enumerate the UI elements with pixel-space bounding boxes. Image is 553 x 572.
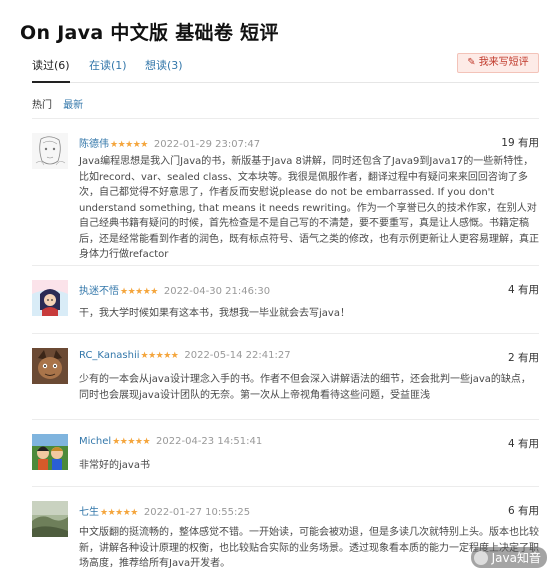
review-content: 少有的一本会从java设计理念入手的书。作者不但会深入讲解语法的细节，还会批判一… [79, 374, 531, 401]
sort-options: 热门 最新 [32, 96, 91, 111]
review-username[interactable]: RC_Kanashii [79, 350, 140, 361]
review-list: 陈德伟★★★★★ 2022-01-29 23:07:47 19 有用 Java编程… [32, 118, 539, 572]
pencil-icon: ✎ [467, 57, 476, 68]
review-username[interactable]: Michel [79, 436, 111, 447]
rating-stars: ★★★★★ [120, 287, 158, 297]
review-content: 非常好的java书 [79, 460, 150, 471]
useful-vote[interactable]: 4 有用 [508, 436, 539, 451]
review-meta: 七生★★★★★ 2022-01-27 10:55:25 [79, 503, 250, 518]
review-username[interactable]: 七生 [79, 507, 99, 518]
tab-reading[interactable]: 在读(1) [89, 57, 127, 73]
page-title: On Java 中文版 基础卷 短评 [20, 22, 279, 44]
tab-wish[interactable]: 想读(3) [145, 57, 183, 73]
avatar[interactable] [32, 434, 68, 470]
write-review-label: 我来写短评 [478, 57, 529, 68]
review-time: 2022-04-30 21:46:30 [163, 286, 271, 297]
review-time: 2022-05-14 22:41:27 [184, 350, 291, 361]
tab-read[interactable]: 读过(6) [32, 57, 70, 83]
review-username[interactable]: 陈德伟 [79, 139, 109, 150]
rating-stars: ★★★★★ [112, 437, 151, 447]
avatar[interactable] [32, 501, 68, 537]
avatar-anime-character [32, 280, 68, 316]
avatar-sketch-face [32, 133, 68, 169]
avatar[interactable] [32, 280, 68, 316]
review-meta: Michel★★★★★ 2022-04-23 14:51:41 [79, 436, 262, 447]
review-meta: 陈德伟★★★★★ 2022-01-29 23:07:47 [79, 135, 260, 150]
wechat-account-icon [473, 550, 488, 565]
useful-vote[interactable]: 2 有用 [508, 350, 539, 365]
review-content: 中文版翻的挺流畅的，整体感觉不错。一开始读，可能会被劝退，但是多读几次就特别上头… [79, 527, 539, 569]
useful-vote[interactable]: 4 有用 [508, 282, 539, 297]
avatar-landscape-photo [32, 501, 68, 537]
review-item: Michel★★★★★ 2022-04-23 14:51:41 4 有用 非常好的… [32, 419, 539, 486]
review-time: 2022-04-23 14:51:41 [156, 436, 263, 447]
watermark: Java知音 [470, 547, 547, 568]
avatar[interactable] [32, 348, 68, 384]
review-username[interactable]: 执迷不悟 [79, 286, 119, 297]
review-time: 2022-01-27 10:55:25 [143, 507, 251, 518]
review-item: RC_Kanashii★★★★★ 2022-05-14 22:41:27 2 有用… [32, 333, 539, 419]
avatar[interactable] [32, 133, 68, 169]
review-meta: RC_Kanashii★★★★★ 2022-05-14 22:41:27 [79, 350, 291, 361]
review-item: 执迷不悟★★★★★ 2022-04-30 21:46:30 4 有用 干，我大学时… [32, 265, 539, 333]
write-review-button[interactable]: ✎ 我来写短评 [457, 53, 539, 73]
review-content: Java编程思想是我入门Java的书，新版基于Java 8讲解，同时还包含了Ja… [79, 156, 539, 260]
useful-vote[interactable]: 19 有用 [501, 135, 539, 150]
sort-hot[interactable]: 热门 [32, 100, 52, 111]
rating-stars: ★★★★★ [110, 140, 148, 150]
rating-stars: ★★★★★ [100, 508, 138, 518]
sort-newest[interactable]: 最新 [63, 100, 83, 111]
rating-stars: ★★★★★ [140, 351, 179, 361]
review-item: 七生★★★★★ 2022-01-27 10:55:25 6 有用 中文版翻的挺流畅… [32, 486, 539, 572]
review-item: 陈德伟★★★★★ 2022-01-29 23:07:47 19 有用 Java编程… [32, 118, 539, 265]
review-content: 干，我大学时候如果有这本书，我想我一毕业就会去写java！ [79, 308, 350, 319]
watermark-label: Java知音 [491, 551, 541, 565]
avatar-cartoon-kids [32, 434, 68, 470]
review-meta: 执迷不悟★★★★★ 2022-04-30 21:46:30 [79, 282, 270, 297]
review-time: 2022-01-29 23:07:47 [153, 139, 261, 150]
avatar-creature-face [32, 348, 68, 384]
tab-bar: 读过(6) 在读(1) 想读(3) ✎ 我来写短评 [32, 53, 539, 83]
useful-vote[interactable]: 6 有用 [508, 503, 539, 518]
